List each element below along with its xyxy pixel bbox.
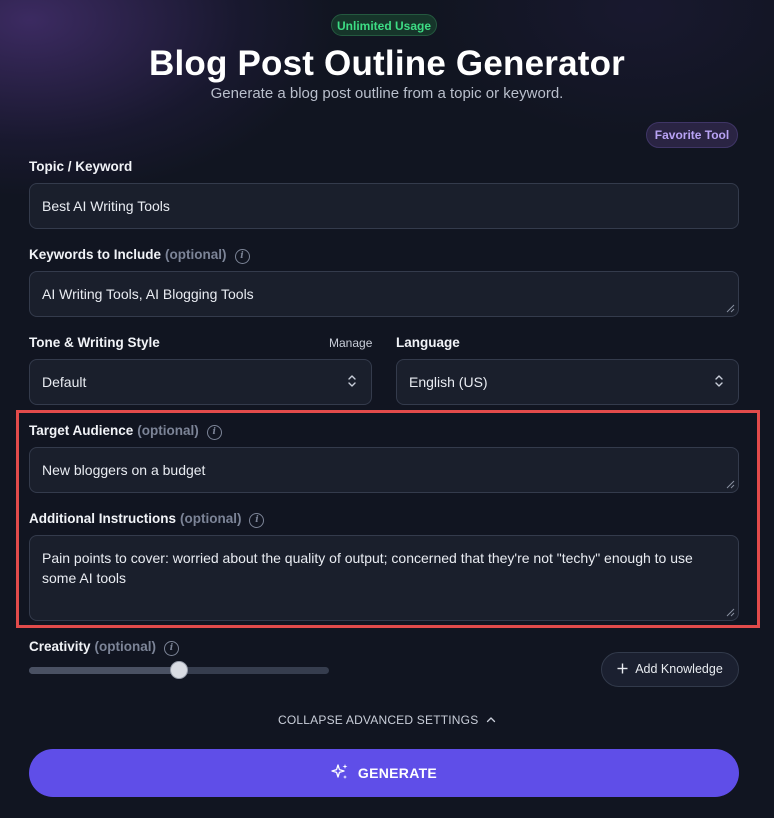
instructions-textarea[interactable]: Pain points to cover: worried about the … [29, 535, 739, 621]
topic-input[interactable]: Best AI Writing Tools [29, 183, 739, 229]
creativity-slider-fill [29, 667, 179, 674]
tone-select[interactable]: Default [29, 359, 372, 405]
instructions-label: Additional Instructions (optional) i [29, 510, 265, 528]
generate-button[interactable]: GENERATE [29, 749, 739, 797]
topic-label: Topic / Keyword [29, 158, 132, 176]
select-chevrons-icon [715, 375, 723, 387]
info-icon[interactable]: i [249, 513, 265, 528]
manage-tone-link[interactable]: Manage [329, 336, 372, 350]
tone-select-value: Default [42, 374, 87, 390]
tone-label-text: Tone & Writing Style [29, 335, 160, 350]
audience-optional-text: (optional) [137, 423, 199, 438]
language-select-value: English (US) [409, 374, 488, 390]
add-knowledge-button[interactable]: Add Knowledge [601, 652, 739, 687]
creativity-label-text: Creativity [29, 639, 91, 654]
keywords-label: Keywords to Include (optional) i [29, 246, 250, 264]
audience-value: New bloggers on a budget [42, 462, 206, 478]
audience-textarea[interactable]: New bloggers on a budget [29, 447, 739, 493]
chevron-up-icon [486, 717, 496, 723]
creativity-slider-thumb[interactable] [170, 661, 188, 679]
audience-label: Target Audience (optional) i [29, 422, 222, 440]
select-chevrons-icon [348, 375, 356, 387]
info-icon[interactable]: i [164, 641, 180, 656]
instructions-value: Pain points to cover: worried about the … [42, 550, 693, 586]
favorite-tool-button[interactable]: Favorite Tool [646, 122, 738, 148]
resize-handle-icon[interactable] [726, 480, 735, 489]
topic-label-text: Topic / Keyword [29, 159, 133, 174]
keywords-value: AI Writing Tools, AI Blogging Tools [42, 286, 254, 302]
page-subtitle: Generate a blog post outline from a topi… [210, 85, 564, 102]
info-icon[interactable]: i [206, 425, 222, 440]
creativity-optional-text: (optional) [94, 639, 157, 654]
resize-handle-icon[interactable] [726, 304, 735, 313]
language-select[interactable]: English (US) [396, 359, 739, 405]
language-label: Language [396, 334, 460, 352]
audience-label-text: Target Audience [29, 423, 134, 438]
keywords-textarea[interactable]: AI Writing Tools, AI Blogging Tools [29, 271, 739, 317]
plus-icon [617, 663, 628, 674]
keywords-optional-text: (optional) [165, 247, 227, 262]
instructions-optional-text: (optional) [180, 511, 242, 526]
collapse-label: COLLAPSE ADVANCED SETTINGS [278, 713, 479, 727]
unlimited-usage-badge: Unlimited Usage [331, 14, 437, 36]
resize-handle-icon[interactable] [726, 608, 735, 617]
creativity-label: Creativity (optional) i [29, 638, 180, 656]
keywords-label-text: Keywords to Include [29, 247, 162, 262]
sparkle-icon [331, 764, 348, 779]
tone-label: Tone & Writing Style [29, 334, 160, 352]
page-title: Blog Post Outline Generator [148, 44, 625, 83]
add-knowledge-label: Add Knowledge [635, 662, 723, 676]
generate-label: GENERATE [357, 765, 438, 781]
info-icon[interactable]: i [234, 249, 250, 264]
language-label-text: Language [396, 335, 460, 350]
instructions-label-text: Additional Instructions [29, 511, 176, 526]
collapse-advanced-settings-link[interactable]: COLLAPSE ADVANCED SETTINGS [0, 711, 774, 729]
